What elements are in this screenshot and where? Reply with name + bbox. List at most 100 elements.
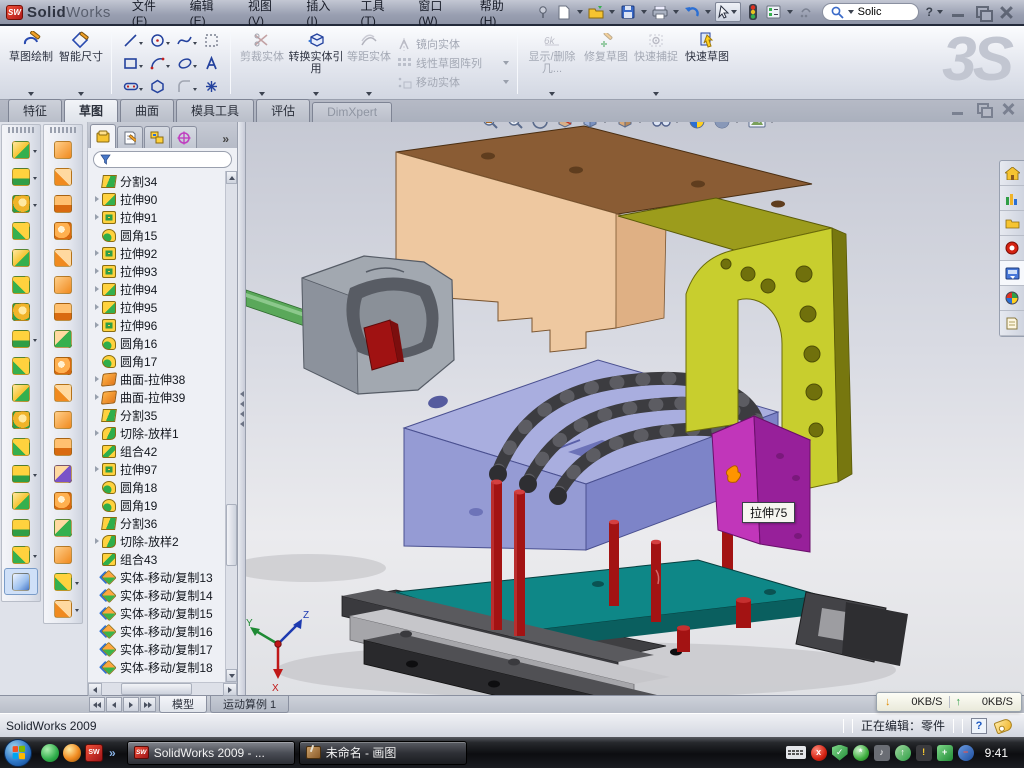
extruded-boss-icon[interactable] [4, 136, 38, 163]
hide-show-items-icon[interactable] [651, 122, 681, 129]
display-delete-caret-icon[interactable] [549, 92, 555, 96]
line-tool-icon[interactable] [117, 29, 144, 52]
spline-tool-icon[interactable] [171, 29, 198, 52]
expand-arrow-icon[interactable] [92, 592, 101, 598]
menu-item[interactable]: 帮助(H) [469, 0, 528, 24]
tree-item[interactable]: 分割36 [92, 514, 225, 532]
display-style-icon[interactable] [616, 122, 644, 130]
zoom-to-area-icon[interactable] [506, 122, 524, 130]
custom-properties-tab[interactable] [1000, 311, 1024, 336]
menu-item[interactable]: 窗口(W) [407, 0, 468, 24]
messenger-quicklaunch-icon[interactable] [41, 744, 59, 762]
polygon-tool-icon[interactable] [144, 75, 171, 98]
tree-item[interactable]: 实体-移动/复制18 [92, 658, 225, 676]
tree-item[interactable]: 拉伸97 [92, 460, 225, 478]
delete-face-icon[interactable] [46, 379, 80, 406]
tag-icon[interactable] [993, 717, 1013, 734]
tree-filter-input[interactable] [115, 154, 225, 166]
text-tool-icon[interactable] [198, 52, 225, 75]
expand-arrow-icon[interactable] [92, 250, 101, 256]
updater-tray-icon[interactable]: * [853, 745, 869, 761]
open-caret-icon[interactable] [609, 10, 615, 14]
next-tab-button[interactable] [123, 697, 139, 712]
quick-snaps-button[interactable]: 快速捕捉 [631, 28, 681, 98]
extruded-cut-icon[interactable] [4, 163, 38, 190]
doc-restore-button[interactable] [976, 103, 991, 116]
expand-arrow-icon[interactable] [92, 484, 101, 490]
doc-close-button[interactable] [1001, 103, 1016, 116]
select-caret-icon[interactable] [731, 10, 737, 14]
move-copy-body-icon[interactable] [4, 433, 38, 460]
tree-item[interactable]: 拉伸93 [92, 262, 225, 280]
expand-arrow-icon[interactable] [92, 412, 101, 418]
extruded-surface-icon[interactable] [46, 136, 80, 163]
freeform-icon[interactable] [46, 568, 80, 595]
sketch-fillet-tool-icon[interactable] [171, 75, 198, 98]
restore-button[interactable] [974, 5, 990, 19]
appearances-scenes-tab[interactable] [1000, 261, 1024, 286]
quicklaunch-overflow-button[interactable]: » [107, 746, 118, 760]
dimxpertmanager-tab[interactable] [171, 126, 197, 148]
first-tab-button[interactable] [89, 697, 105, 712]
mirror-entities-button[interactable]: 镜向实体 [394, 35, 512, 53]
security-alert-tray-icon[interactable]: x [811, 745, 827, 761]
tree-item[interactable]: 组合42 [92, 442, 225, 460]
tree-item[interactable]: 实体-移动/复制16 [92, 622, 225, 640]
boundary-surface-icon[interactable] [46, 244, 80, 271]
tree-item[interactable]: 切除-放样2 [92, 532, 225, 550]
undo-icon[interactable] [683, 3, 701, 21]
command-tab[interactable]: 曲面 [120, 99, 174, 122]
thicken-icon[interactable] [46, 541, 80, 568]
plane-icon[interactable] [4, 487, 38, 514]
panel-splitter[interactable] [238, 122, 246, 695]
tree-item[interactable]: 拉伸91 [92, 208, 225, 226]
menu-item[interactable]: 文件(F) [121, 0, 179, 24]
search-box[interactable] [822, 3, 919, 21]
expand-arrow-icon[interactable] [92, 358, 101, 364]
shell-icon[interactable] [4, 244, 38, 271]
menu-item[interactable]: 插入(I) [295, 0, 349, 24]
rectangle-tool-icon[interactable] [117, 52, 144, 75]
expand-arrow-icon[interactable] [92, 646, 101, 652]
interference-check-icon[interactable] [744, 3, 762, 21]
network-speed-overlay[interactable]: ↓ 0KB/S ↑ 0KB/S [876, 692, 1022, 712]
split-tool-icon[interactable] [4, 352, 38, 379]
ellipse-tool-icon[interactable] [171, 52, 198, 75]
sketch-caret-icon[interactable] [28, 92, 34, 96]
convert-entities-button[interactable]: 转换实体引用 [288, 28, 344, 98]
marquee-tool-icon[interactable] [198, 29, 225, 52]
tree-item[interactable]: 拉伸92 [92, 244, 225, 262]
expand-arrow-icon[interactable] [92, 466, 101, 472]
toolbar-overflow-icon[interactable] [797, 3, 815, 21]
scroll-down-button[interactable] [226, 669, 237, 682]
tree-item[interactable]: 分割35 [92, 406, 225, 424]
select-tool[interactable] [715, 2, 741, 22]
replace-face-icon[interactable] [46, 406, 80, 433]
expand-arrow-icon[interactable] [92, 448, 101, 454]
tree-filter-box[interactable] [93, 151, 232, 168]
reference-curve-icon[interactable] [4, 460, 38, 487]
minimize-button[interactable] [950, 5, 966, 19]
tree-item[interactable]: 拉伸96 [92, 316, 225, 334]
expand-arrow-icon[interactable] [92, 304, 101, 310]
display-delete-relations-button[interactable]: 6k 显示/删除几... [523, 28, 581, 98]
lofted-surface-icon[interactable] [46, 217, 80, 244]
propertymanager-tab[interactable] [117, 126, 143, 148]
tree-item[interactable]: 实体-移动/复制14 [92, 586, 225, 604]
help-icon[interactable]: ? [926, 5, 933, 19]
offset-entities-button[interactable]: 等距实体 [344, 28, 394, 98]
tree-item[interactable]: 拉伸94 [92, 280, 225, 298]
panel-overflow-button[interactable]: » [216, 132, 235, 148]
previous-view-icon[interactable] [531, 122, 549, 130]
solidworks-resources-tab[interactable] [1000, 161, 1024, 186]
view-palette-tab[interactable] [1000, 236, 1024, 261]
motion-study-tab[interactable]: 运动算例 1 [210, 696, 289, 713]
convert-caret-icon[interactable] [313, 92, 319, 96]
smart-dimension-caret-icon[interactable] [78, 92, 84, 96]
expand-arrow-icon[interactable] [92, 538, 101, 544]
security-ok-tray-icon[interactable]: ✓ [832, 745, 848, 761]
print-icon[interactable] [651, 3, 669, 21]
planar-surface-icon[interactable] [46, 298, 80, 325]
file-explorer-tab[interactable] [1000, 211, 1024, 236]
tree-item[interactable]: 圆角16 [92, 334, 225, 352]
